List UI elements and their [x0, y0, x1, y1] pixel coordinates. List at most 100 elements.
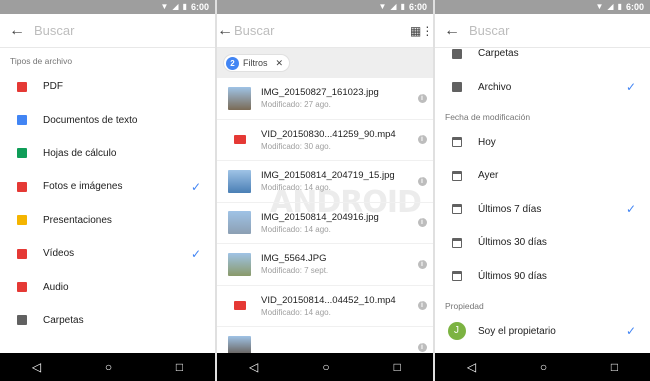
info-button[interactable]: i [411, 93, 433, 103]
row-icon-wrap [0, 315, 43, 326]
nav-bar: ◁ ○ □ [435, 353, 650, 381]
date-filter-row[interactable]: Últimos 90 días [435, 259, 650, 292]
info-button[interactable]: i [411, 176, 433, 186]
info-icon: i [417, 342, 427, 352]
file-type-label: Hojas de cálculo [43, 147, 117, 159]
date-filter-row[interactable]: Últimos 7 días ✓ [435, 193, 650, 226]
file-row[interactable]: IMG_20150814_204916.jpg Modificado: 14 ag… [217, 203, 433, 244]
filter-chip-label: Filtros [243, 58, 268, 68]
date-filter-row[interactable]: Ayer [435, 159, 650, 192]
file-type-label: Documentos de texto [43, 114, 138, 126]
search-bar: ← [0, 14, 215, 48]
back-arrow-icon[interactable]: ← [435, 22, 469, 40]
search-input[interactable] [34, 23, 215, 38]
file-text: IMG_20150814_204916.jpg Modificado: 14 ag… [261, 212, 411, 234]
file-modified: Modificado: 14 ago. [261, 183, 331, 193]
nav-back-icon[interactable]: ◁ [249, 360, 258, 374]
signal-icon: ◢ [607, 2, 614, 11]
section-modified-date: Fecha de modificación [445, 111, 531, 122]
signal-icon: ◢ [172, 2, 179, 11]
file-text: IMG_20150827_161023.jpg Modificado: 27 ag… [261, 87, 411, 109]
row-icon-wrap [435, 271, 478, 282]
file-type-row[interactable]: Audio [0, 270, 215, 303]
status-time: 6:00 [408, 2, 427, 12]
folder-icon [16, 315, 27, 326]
signal-icon: ◢ [390, 2, 397, 11]
type-filter-row[interactable]: Archivo ✓ [435, 70, 650, 103]
more-options-icon[interactable]: ⋮ [421, 24, 433, 38]
date-filter-row[interactable]: Hoy [435, 126, 650, 159]
file-name: IMG_5564.JPG [261, 253, 327, 265]
date-filter-row[interactable]: Últimos 30 días [435, 226, 650, 259]
video-icon [233, 301, 246, 311]
info-icon: i [417, 176, 427, 186]
file-modified: Modificado: 14 ago. [261, 224, 331, 234]
file-type-row[interactable]: Presentaciones [0, 204, 215, 237]
file-type-label: Fotos e imágenes [43, 181, 123, 193]
nav-recents-icon[interactable]: □ [176, 360, 183, 374]
file-type-row[interactable]: Documentos de texto [0, 103, 215, 136]
owner-filter-row[interactable]: J Soy el propietario ✓ [435, 315, 650, 348]
file-row[interactable]: VID_20150830...41259_90.mp4 Modificado: 3… [217, 120, 433, 161]
file-row[interactable]: VID_20150814...04452_10.mp4 Modificado: 1… [217, 286, 433, 327]
search-input[interactable] [234, 23, 410, 38]
file-row[interactable]: IMG_20150827_161023.jpg Modificado: 27 ag… [217, 78, 433, 120]
calendar-icon [451, 271, 462, 282]
back-arrow-icon[interactable]: ← [0, 22, 34, 40]
info-button[interactable]: i [411, 135, 433, 145]
info-button[interactable]: i [411, 259, 433, 269]
section-file-types: Tipos de archivo [10, 56, 73, 66]
row-icon-wrap [435, 204, 478, 215]
image-thumbnail [228, 86, 251, 110]
nav-recents-icon[interactable]: □ [611, 360, 618, 374]
wifi-icon: ▼ [160, 2, 169, 11]
status-bar: ▼ ◢ ▮ 6:00 [435, 0, 650, 14]
search-bar: ← [435, 14, 650, 48]
nav-back-icon[interactable]: ◁ [467, 360, 476, 374]
date-filter-label: Últimos 30 días [478, 237, 547, 249]
row-icon-wrap [435, 237, 478, 248]
file-type-row[interactable]: Hojas de cálculo [0, 137, 215, 170]
file-type-row[interactable]: Fotos e imágenes ✓ [0, 170, 215, 203]
row-icon-wrap [0, 181, 43, 192]
nav-home-icon[interactable]: ○ [540, 360, 547, 374]
nav-home-icon[interactable]: ○ [322, 360, 329, 374]
video-thumb-icon [228, 294, 251, 317]
battery-icon: ▮ [400, 2, 405, 11]
file-name: VID_20150830...41259_90.mp4 [261, 128, 396, 140]
date-filter-label: Ayer [478, 170, 499, 182]
file-type-row[interactable]: PDF [0, 70, 215, 103]
nav-recents-icon[interactable]: □ [394, 360, 401, 374]
row-icon-wrap [0, 282, 43, 293]
info-icon: i [417, 259, 427, 269]
date-filter-label: Últimos 7 días [478, 203, 542, 215]
file-type-label: Vídeos [43, 248, 75, 260]
close-icon[interactable]: ✕ [276, 58, 284, 69]
file-text [261, 346, 411, 348]
file-row[interactable]: IMG_20150814_204719_15.jpg Modificado: 14… [217, 161, 433, 203]
file-name: IMG_20150827_161023.jpg [261, 87, 379, 99]
file-name: IMG_20150814_204719_15.jpg [261, 170, 395, 182]
checkmark-icon: ✓ [625, 202, 636, 217]
calendar-icon [451, 237, 462, 248]
file-row[interactable]: IMG_5564.JPG Modificado: 7 sept. i [217, 244, 433, 286]
search-input[interactable] [469, 23, 650, 38]
checkmark-icon: ✓ [190, 246, 201, 261]
info-button[interactable]: i [411, 218, 433, 228]
row-icon-wrap [0, 81, 43, 92]
nav-home-icon[interactable]: ○ [105, 360, 112, 374]
file-type-row[interactable]: Vídeos ✓ [0, 237, 215, 270]
battery-icon: ▮ [182, 2, 187, 11]
doc-icon [16, 115, 27, 126]
info-button[interactable]: i [411, 301, 433, 311]
nav-bar: ◁ ○ □ [217, 353, 433, 381]
back-arrow-icon[interactable]: ← [217, 22, 233, 40]
image-thumbnail [228, 252, 251, 276]
nav-back-icon[interactable]: ◁ [32, 360, 41, 374]
file-type-row[interactable]: Carpetas [0, 304, 215, 337]
row-icon-wrap [435, 170, 478, 181]
sheet-icon [16, 148, 27, 159]
grid-view-icon[interactable]: ▦ [410, 24, 421, 38]
filters-chip[interactable]: 2 Filtros ✕ [223, 54, 291, 72]
info-button[interactable]: i [411, 342, 433, 352]
